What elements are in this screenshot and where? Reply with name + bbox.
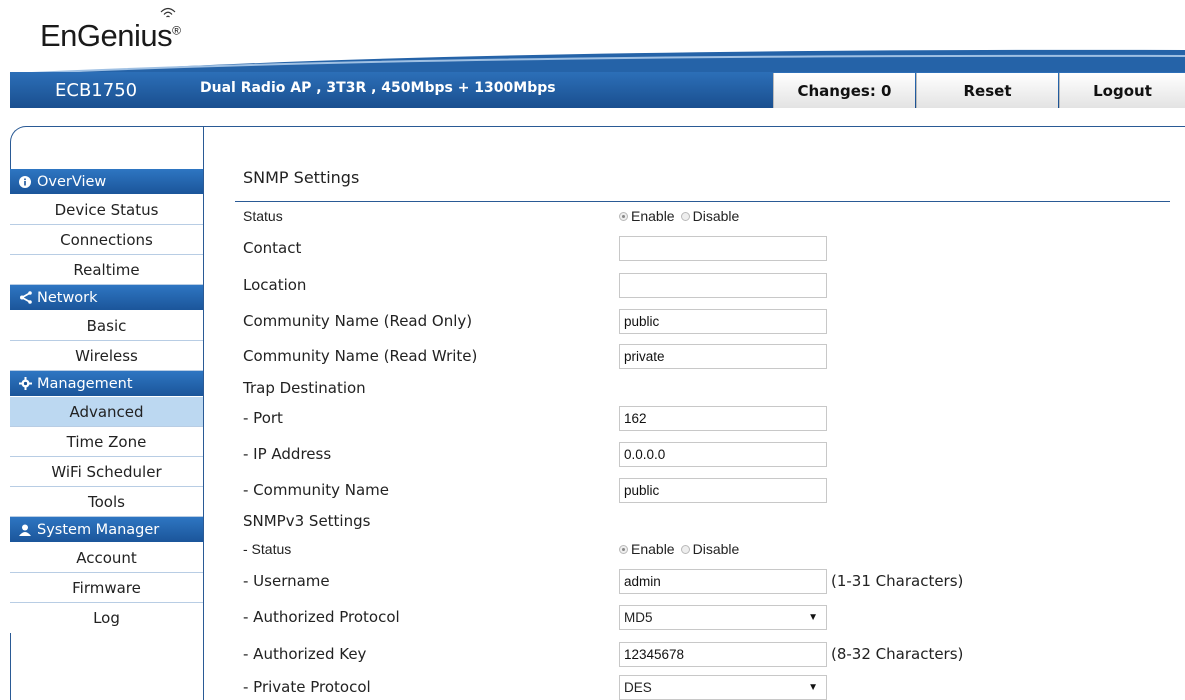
snmpv3-enable-label: Enable (631, 541, 675, 557)
trap-community-row: - Community Name (243, 476, 1173, 504)
status-disable-label: Disable (692, 208, 740, 224)
share-icon (18, 291, 32, 305)
community-ro-input[interactable] (619, 309, 827, 334)
sidebar-divider (203, 126, 204, 700)
sidebar-item-basic[interactable]: Basic (10, 311, 203, 341)
auth-protocol-value: MD5 (624, 610, 653, 625)
auth-key-label: - Authorized Key (243, 645, 367, 663)
sidebar-section-overview[interactable]: OverView (10, 169, 203, 195)
reset-button[interactable]: Reset (916, 73, 1058, 108)
user-icon (18, 523, 32, 537)
wifi-icon (160, 7, 176, 18)
trap-port-row: - Port (243, 404, 1173, 432)
sidebar-item-device-status[interactable]: Device Status (10, 195, 203, 225)
username-row: - Username (1-31 Characters) (243, 567, 1173, 595)
status-label: Status (243, 208, 283, 224)
sidebar-item-advanced[interactable]: Advanced (10, 397, 203, 427)
snmpv3-status-row: - Status Enable Disable (243, 535, 1173, 563)
snmpv3-enable-radio[interactable] (619, 544, 628, 554)
trap-port-label: - Port (243, 409, 283, 427)
community-rw-row: Community Name (Read Write) (243, 342, 1173, 370)
trap-ip-label: - IP Address (243, 445, 332, 463)
auth-key-row: - Authorized Key (8-32 Characters) (243, 640, 1173, 668)
gear-icon (18, 377, 32, 391)
sidebar-section-management[interactable]: Management (10, 371, 203, 397)
community-ro-label: Community Name (Read Only) (243, 312, 473, 330)
dropdown-arrow-icon: ▼ (808, 612, 818, 623)
trap-destination-row: Trap Destination (243, 374, 1173, 402)
auth-key-input[interactable] (619, 642, 827, 667)
snmpv3-settings-label: SNMPv3 Settings (243, 512, 371, 530)
community-rw-label: Community Name (Read Write) (243, 347, 478, 365)
username-hint: (1-31 Characters) (831, 572, 964, 590)
location-input[interactable] (619, 273, 827, 298)
sidebar-item-realtime[interactable]: Realtime (10, 255, 203, 285)
auth-protocol-label: - Authorized Protocol (243, 608, 400, 626)
location-row: Location (243, 271, 1173, 299)
trap-community-label: - Community Name (243, 481, 390, 499)
status-row: Status Enable Disable (243, 202, 1173, 230)
snmpv3-status-label: - Status (243, 541, 292, 557)
dropdown-arrow-icon: ▼ (808, 682, 818, 693)
sidebar-section-label: Management (37, 375, 133, 392)
sidebar-section-network[interactable]: Network (10, 285, 203, 311)
priv-protocol-row: - Private Protocol DES ▼ (243, 673, 1173, 700)
brand-reg: ® (172, 23, 181, 38)
sidebar-section-label: System Manager (37, 521, 160, 538)
sidebar-item-wireless[interactable]: Wireless (10, 341, 203, 371)
sidebar-item-account[interactable]: Account (10, 543, 203, 573)
community-ro-row: Community Name (Read Only) (243, 307, 1173, 335)
sidebar-item-tools[interactable]: Tools (10, 487, 203, 517)
username-label: - Username (243, 572, 330, 590)
auth-key-hint: (8-32 Characters) (831, 645, 964, 663)
model-name: ECB1750 (55, 80, 138, 101)
sidebar-item-log[interactable]: Log (10, 603, 203, 633)
community-rw-input[interactable] (619, 344, 827, 369)
username-input[interactable] (619, 569, 827, 594)
status-radio-group: Enable Disable (619, 202, 739, 230)
trap-destination-label: Trap Destination (243, 379, 366, 397)
model-description: Dual Radio AP , 3T3R , 450Mbps + 1300Mbp… (200, 80, 556, 96)
info-icon (18, 175, 32, 189)
contact-label: Contact (243, 239, 302, 257)
auth-protocol-select[interactable]: MD5 ▼ (619, 605, 827, 630)
priv-protocol-value: DES (624, 680, 652, 695)
status-disable-radio[interactable] (680, 211, 690, 221)
status-enable-label: Enable (631, 208, 675, 224)
trap-community-input[interactable] (619, 478, 827, 503)
snmpv3-status-radio-group: Enable Disable (619, 535, 739, 563)
sidebar-section-label: Network (37, 289, 98, 306)
priv-protocol-label: - Private Protocol (243, 678, 371, 696)
changes-button[interactable]: Changes: 0 (773, 73, 915, 108)
snmpv3-disable-radio[interactable] (680, 544, 690, 554)
auth-protocol-row: - Authorized Protocol MD5 ▼ (243, 603, 1173, 631)
header-bar: ECB1750 Dual Radio AP , 3T3R , 450Mbps +… (10, 72, 1185, 108)
sidebar-item-connections[interactable]: Connections (10, 225, 203, 255)
logout-button[interactable]: Logout (1059, 73, 1185, 108)
sidebar-item-wifi-scheduler[interactable]: WiFi Scheduler (10, 457, 203, 487)
snmpv3-disable-label: Disable (692, 541, 740, 557)
priv-protocol-select[interactable]: DES ▼ (619, 675, 827, 700)
status-enable-radio[interactable] (619, 211, 628, 221)
sidebar-item-time-zone[interactable]: Time Zone (10, 427, 203, 457)
contact-input[interactable] (619, 236, 827, 261)
location-label: Location (243, 276, 307, 294)
sidebar-section-label: OverView (37, 173, 107, 190)
sidebar-section-system-manager[interactable]: System Manager (10, 517, 203, 543)
trap-ip-row: - IP Address (243, 440, 1173, 468)
sidebar-item-firmware[interactable]: Firmware (10, 573, 203, 603)
sidebar: OverView Device Status Connections Realt… (10, 169, 203, 633)
page-title: SNMP Settings (243, 168, 360, 187)
snmpv3-settings-row: SNMPv3 Settings (243, 507, 1173, 535)
trap-port-input[interactable] (619, 406, 827, 431)
trap-ip-input[interactable] (619, 442, 827, 467)
contact-row: Contact (243, 234, 1173, 262)
